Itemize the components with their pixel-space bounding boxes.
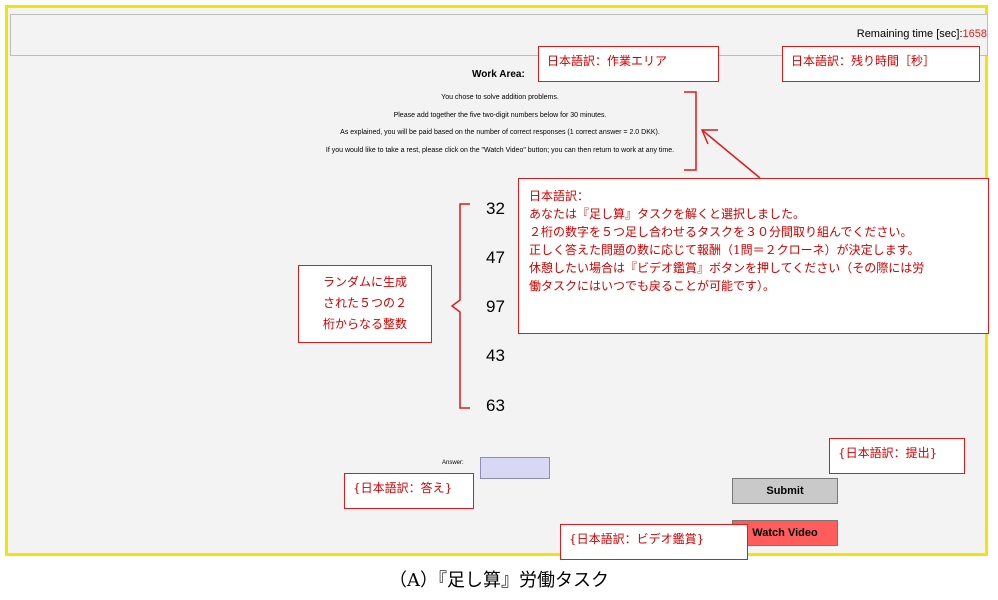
annotation-numbers-line: ランダムに生成 <box>322 275 407 289</box>
annotation-instructions-line: あなたは『足し算』タスクを解くと選択しました。 <box>529 207 806 221</box>
annotation-instructions-line: 正しく答えた問題の数に応じて報酬（1問＝２クローネ）が決定します。 <box>529 243 920 257</box>
callout-arrow-line <box>701 129 761 179</box>
annotation-remaining-time: 日本語訳：残り時間［秒］ <box>782 46 980 82</box>
instructions-bracket <box>684 91 697 171</box>
annotation-instructions-line: 働タスクにはいつでも戻ることが可能です）。 <box>529 279 776 293</box>
annotation-numbers: ランダムに生成 された５つの２ 桁からなる整数 <box>298 265 432 343</box>
annotation-instructions: 日本語訳： あなたは『足し算』タスクを解くと選択しました。 ２桁の数字を５つ足し… <box>518 178 989 334</box>
numbers-bracket <box>450 203 470 409</box>
annotation-instructions-line: 日本語訳： <box>529 189 590 203</box>
annotation-instructions-line: 休憩したい場合は『ビデオ鑑賞』ボタンを押してください（その際には労 <box>529 261 925 275</box>
annotation-numbers-line: された５つの２ <box>322 296 407 310</box>
annotation-submit: {日本語訳：提出} <box>829 438 965 474</box>
annotation-work-area: 日本語訳：作業エリア <box>538 46 719 82</box>
figure-caption: （A）『足し算』労働タスク <box>389 570 609 591</box>
annotation-instructions-line: ２桁の数字を５つ足し合わせるタスクを３０分間取り組んでください。 <box>529 225 913 239</box>
annotation-answer: {日本語訳：答え} <box>344 473 474 509</box>
annotation-watch-video: {日本語訳：ビデオ鑑賞} <box>560 524 748 560</box>
annotation-numbers-line: 桁からなる整数 <box>322 317 407 331</box>
